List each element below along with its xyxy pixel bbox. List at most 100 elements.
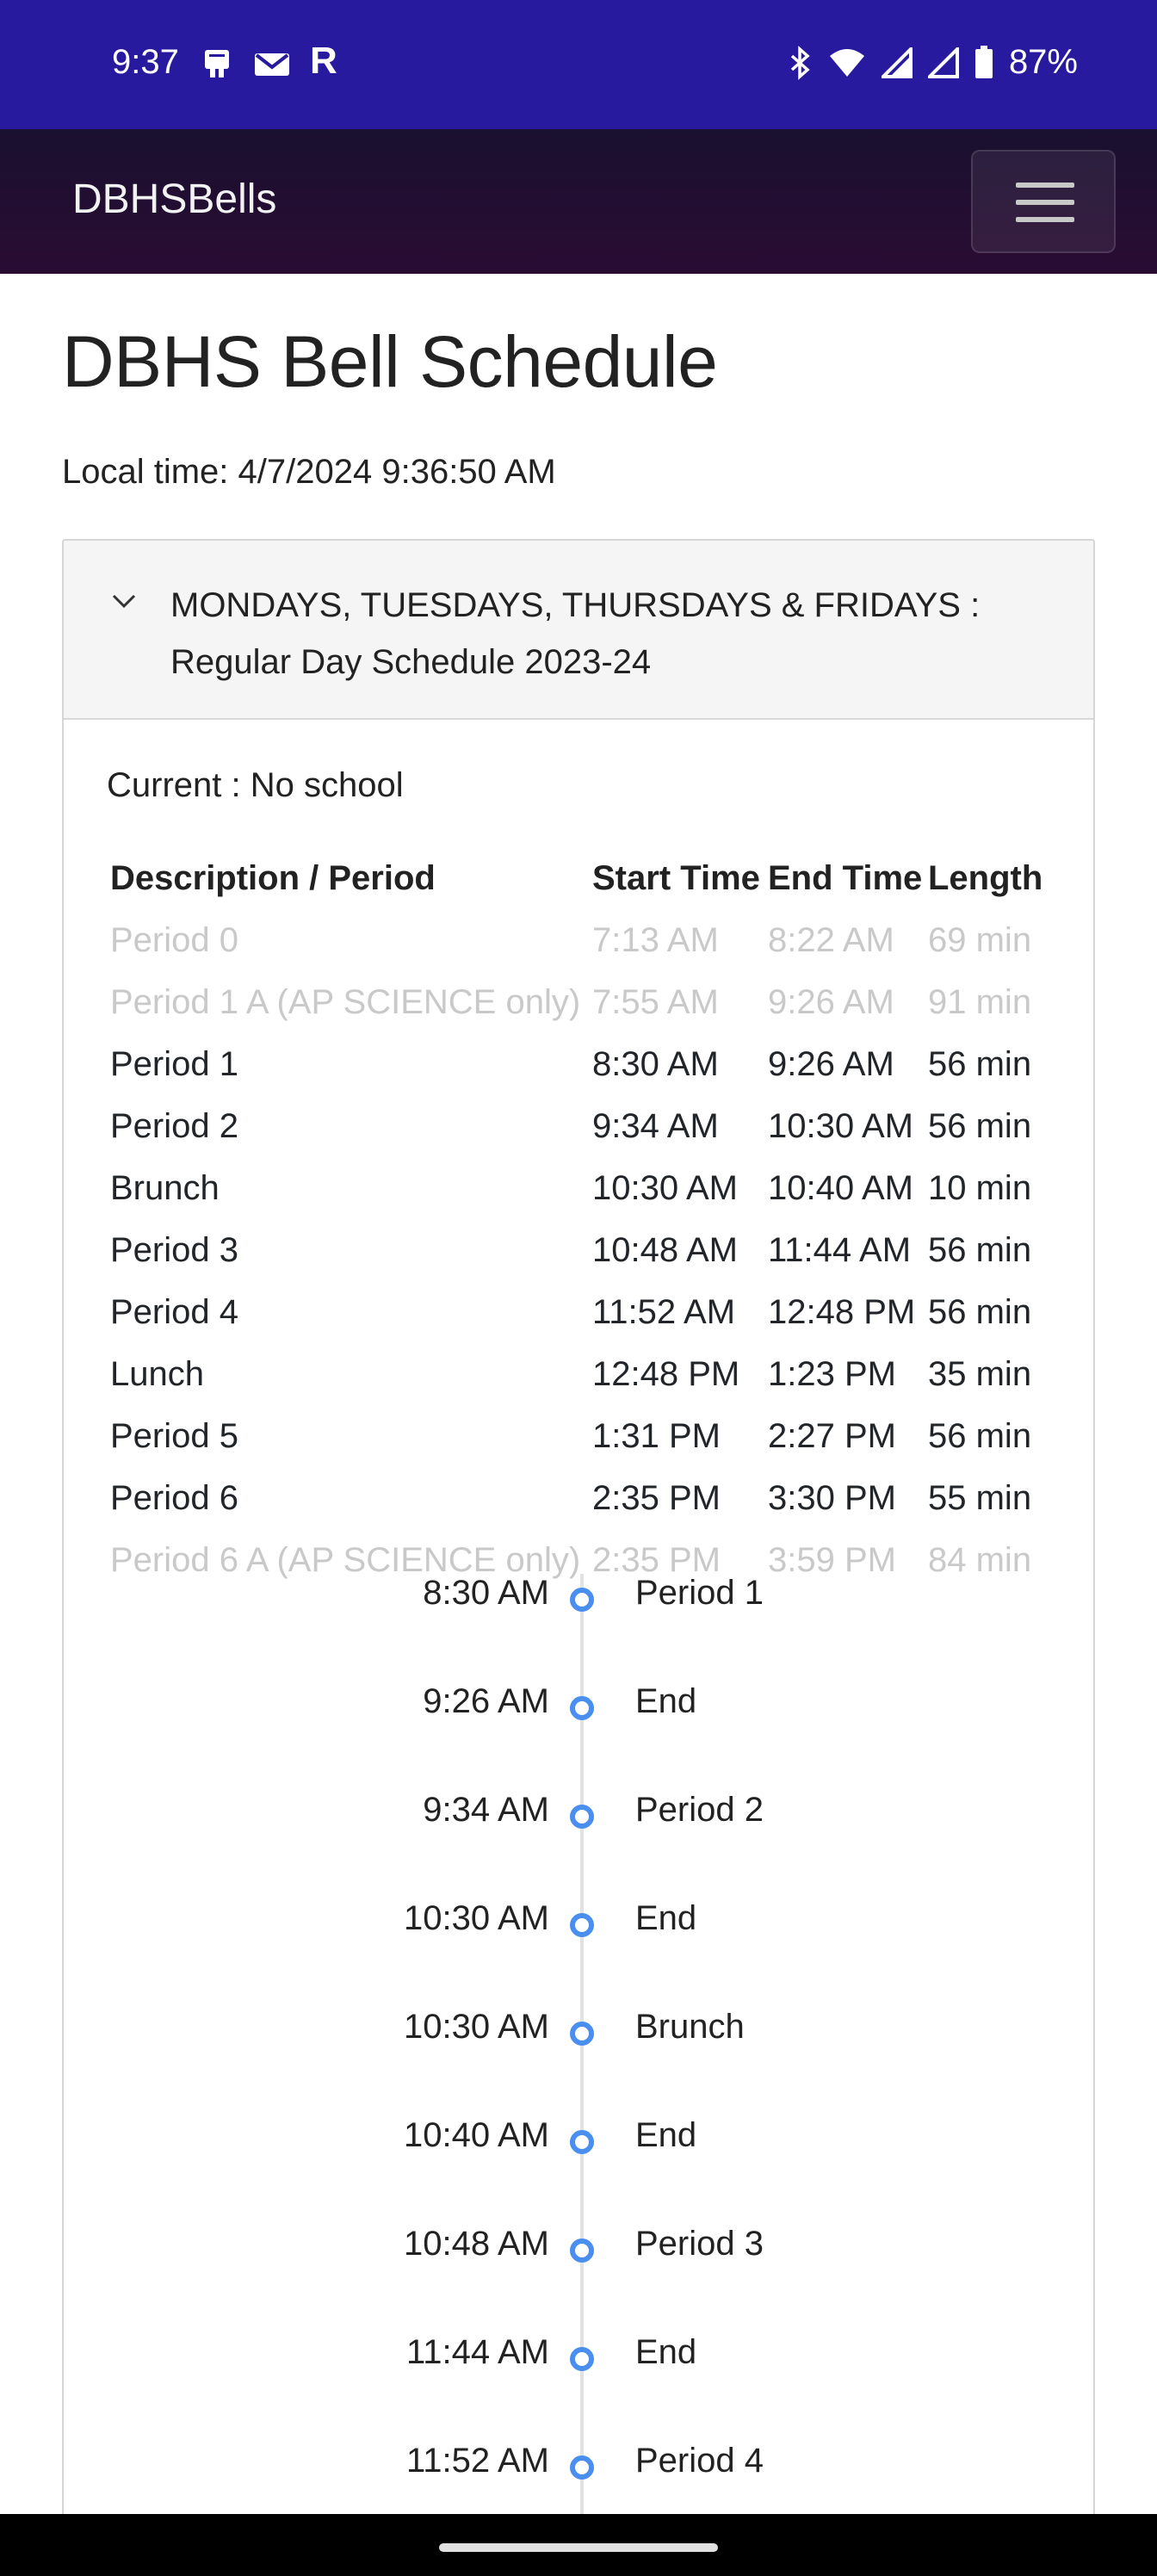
home-gesture-handle[interactable]: [439, 2543, 718, 2552]
period-description: Period 6: [110, 1479, 238, 1517]
period-length: 10 min: [928, 1169, 1032, 1207]
local-time: Local time: 4/7/2024 9:36:50 AM: [62, 453, 556, 491]
column-header-end-time: End Time: [768, 859, 923, 897]
period-length: 56 min: [928, 1231, 1032, 1269]
period-description: Period 2: [110, 1107, 238, 1145]
end-time: 10:30 AM: [768, 1107, 914, 1145]
timeline-dot-icon: [570, 2239, 594, 2263]
start-time: 7:55 AM: [592, 983, 719, 1021]
end-time: 3:30 PM: [768, 1479, 896, 1517]
hamburger-icon: [1016, 183, 1074, 188]
hamburger-icon-bar: [1016, 200, 1074, 205]
period-description: Period 0: [110, 921, 238, 959]
timeline-item: 10:30 AM End: [64, 1899, 1093, 1960]
accordion-header-button[interactable]: MONDAYS, TUESDAYS, THURSDAYS & FRIDAYS :…: [64, 541, 1093, 720]
status-time: 9:37: [112, 43, 179, 81]
period-description: Period 1: [110, 1045, 238, 1083]
table-row: Period 6 2:35 PM 3:30 PM 55 min: [110, 1479, 1092, 1541]
period-length: 56 min: [928, 1417, 1032, 1455]
timeline-time: 10:48 AM: [403, 2225, 549, 2263]
table-row: Period 3 10:48 AM 11:44 AM 56 min: [110, 1231, 1092, 1293]
signal-icon: [881, 46, 913, 78]
timeline: 8:30 AM Period 1 9:26 AM End 9:34 AM Period 2…: [64, 1574, 1093, 2517]
period-length: 91 min: [928, 983, 1032, 1021]
end-time: 8:22 AM: [768, 921, 894, 959]
start-time: 12:48 PM: [592, 1355, 740, 1393]
column-header-description: Description / Period: [110, 859, 436, 897]
accordion-header-days: MONDAYS, TUESDAYS, THURSDAYS & FRIDAYS :: [170, 586, 981, 624]
timeline-item: 9:34 AM Period 2: [64, 1791, 1093, 1851]
column-header-start-time: Start Time: [592, 859, 760, 897]
system-navigation-bar: [0, 2514, 1157, 2576]
start-time: 10:48 AM: [592, 1231, 739, 1269]
accordion-header-text: MONDAYS, TUESDAYS, THURSDAYS & FRIDAYS :…: [170, 577, 1031, 690]
timeline-item: 10:40 AM End: [64, 2116, 1093, 2177]
timeline-label: End: [635, 1682, 697, 1720]
timeline-time: 8:30 AM: [423, 1574, 549, 1612]
timeline-label: End: [635, 2333, 697, 2371]
timeline-label: Period 3: [635, 2225, 764, 2263]
start-time: 7:13 AM: [592, 921, 719, 959]
timeline-time: 11:44 AM: [405, 2333, 549, 2371]
timeline-dot-icon: [570, 1913, 594, 1937]
period-length: 56 min: [928, 1045, 1032, 1083]
timeline-dot-icon: [570, 2455, 594, 2480]
brand-link[interactable]: DBHSBells: [72, 176, 276, 223]
phone-icon: [205, 50, 229, 77]
timeline-item: 10:30 AM Brunch: [64, 2008, 1093, 2068]
end-time: 12:48 PM: [768, 1293, 916, 1331]
table-row: Lunch 12:48 PM 1:23 PM 35 min: [110, 1355, 1092, 1417]
table-row: Period 4 11:52 AM 12:48 PM 56 min: [110, 1293, 1092, 1355]
status-bar: 9:37 R 87%: [0, 0, 1157, 129]
period-description: Period 5: [110, 1417, 238, 1455]
timeline-time: 10:30 AM: [403, 2008, 549, 2046]
period-length: 56 min: [928, 1107, 1032, 1145]
navbar: DBHSBells: [0, 129, 1157, 274]
period-length: 55 min: [928, 1479, 1032, 1517]
period-description: Period 4: [110, 1293, 238, 1331]
table-row: Period 2 9:34 AM 10:30 AM 56 min: [110, 1107, 1092, 1169]
timeline-time: 9:26 AM: [423, 1682, 549, 1720]
wifi-icon: [829, 48, 864, 77]
period-description: Period 3: [110, 1231, 238, 1269]
timeline-dot-icon: [570, 1805, 594, 1829]
timeline-time: 9:34 AM: [423, 1791, 549, 1829]
start-time: 10:30 AM: [592, 1169, 739, 1207]
timeline-time: 10:30 AM: [403, 1899, 549, 1937]
start-time: 1:31 PM: [592, 1417, 721, 1455]
timeline-label: End: [635, 2116, 697, 2154]
page-title: DBHS Bell Schedule: [62, 321, 718, 402]
notification-icons: R: [200, 42, 337, 81]
timeline-label: Period 1: [635, 1574, 764, 1612]
timeline-dot-icon: [570, 2022, 594, 2046]
timeline-label: Brunch: [635, 2008, 745, 2046]
timeline-item: 9:26 AM End: [64, 1682, 1093, 1743]
chevron-down-icon: [112, 594, 136, 609]
timeline-label: Period 4: [635, 2442, 764, 2480]
start-time: 11:52 AM: [592, 1293, 736, 1331]
timeline-label: Period 2: [635, 1791, 764, 1829]
period-length: 35 min: [928, 1355, 1032, 1393]
battery-percent: 87%: [1008, 43, 1078, 81]
table-row: Brunch 10:30 AM 10:40 AM 10 min: [110, 1169, 1092, 1231]
table-header-row: Description / Period Start Time End Time…: [110, 859, 1092, 921]
table-row: Period 0 7:13 AM 8:22 AM 69 min: [110, 921, 1092, 983]
period-description: Lunch: [110, 1355, 204, 1393]
start-time: 9:34 AM: [592, 1107, 719, 1145]
table-row: Period 1 8:30 AM 9:26 AM 56 min: [110, 1045, 1092, 1107]
battery-icon: [974, 45, 993, 78]
period-description: Brunch: [110, 1169, 220, 1207]
timeline-dot-icon: [570, 1588, 594, 1612]
timeline-time: 11:52 AM: [405, 2442, 549, 2480]
end-time: 9:26 AM: [768, 983, 894, 1021]
timeline-time: 10:40 AM: [403, 2116, 549, 2154]
timeline-item: 8:30 AM Period 1: [64, 1574, 1093, 1634]
end-time: 11:44 AM: [768, 1231, 912, 1269]
bluetooth-icon: [790, 45, 810, 80]
hamburger-menu-button[interactable]: [971, 150, 1116, 253]
hamburger-icon-bar: [1016, 217, 1074, 222]
period-description: Period 1 A (AP SCIENCE only): [110, 983, 581, 1021]
signal-icon: [927, 46, 959, 78]
end-time: 2:27 PM: [768, 1417, 896, 1455]
end-time: 9:26 AM: [768, 1045, 894, 1083]
